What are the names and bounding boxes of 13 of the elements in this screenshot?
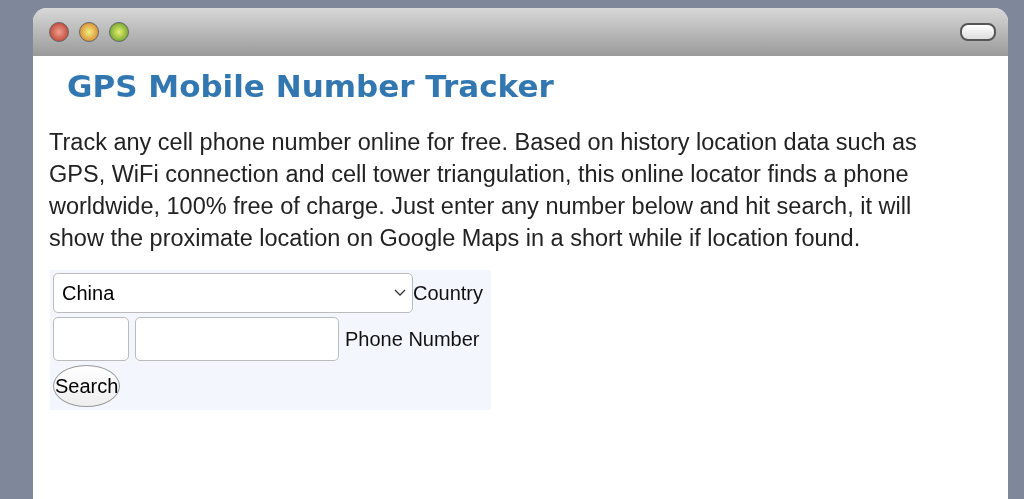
phone-number-label: Phone Number (345, 327, 480, 351)
country-code-field[interactable] (53, 317, 129, 361)
phone-number-field[interactable] (135, 317, 339, 361)
close-button[interactable] (49, 22, 69, 42)
minimize-button[interactable] (79, 22, 99, 42)
chevron-down-icon (393, 289, 406, 297)
toolbar-toggle-button[interactable] (960, 23, 996, 41)
zoom-button[interactable] (109, 22, 129, 42)
description-paragraph: Track any cell phone number online for free. Based on history location data such as GPS, WiFi connection and cell tower triangulation, this online locator finds a phone worldwide, 100% free of charge. Just enter any number below and hit search, it will show the proximate location on Google Maps in a short while if location found. (49, 128, 918, 253)
country-label: Country (412, 281, 483, 305)
page-title: GPS Mobile Number Tracker (67, 67, 555, 106)
country-select[interactable]: China (53, 273, 413, 313)
search-button[interactable]: Search (53, 365, 121, 407)
